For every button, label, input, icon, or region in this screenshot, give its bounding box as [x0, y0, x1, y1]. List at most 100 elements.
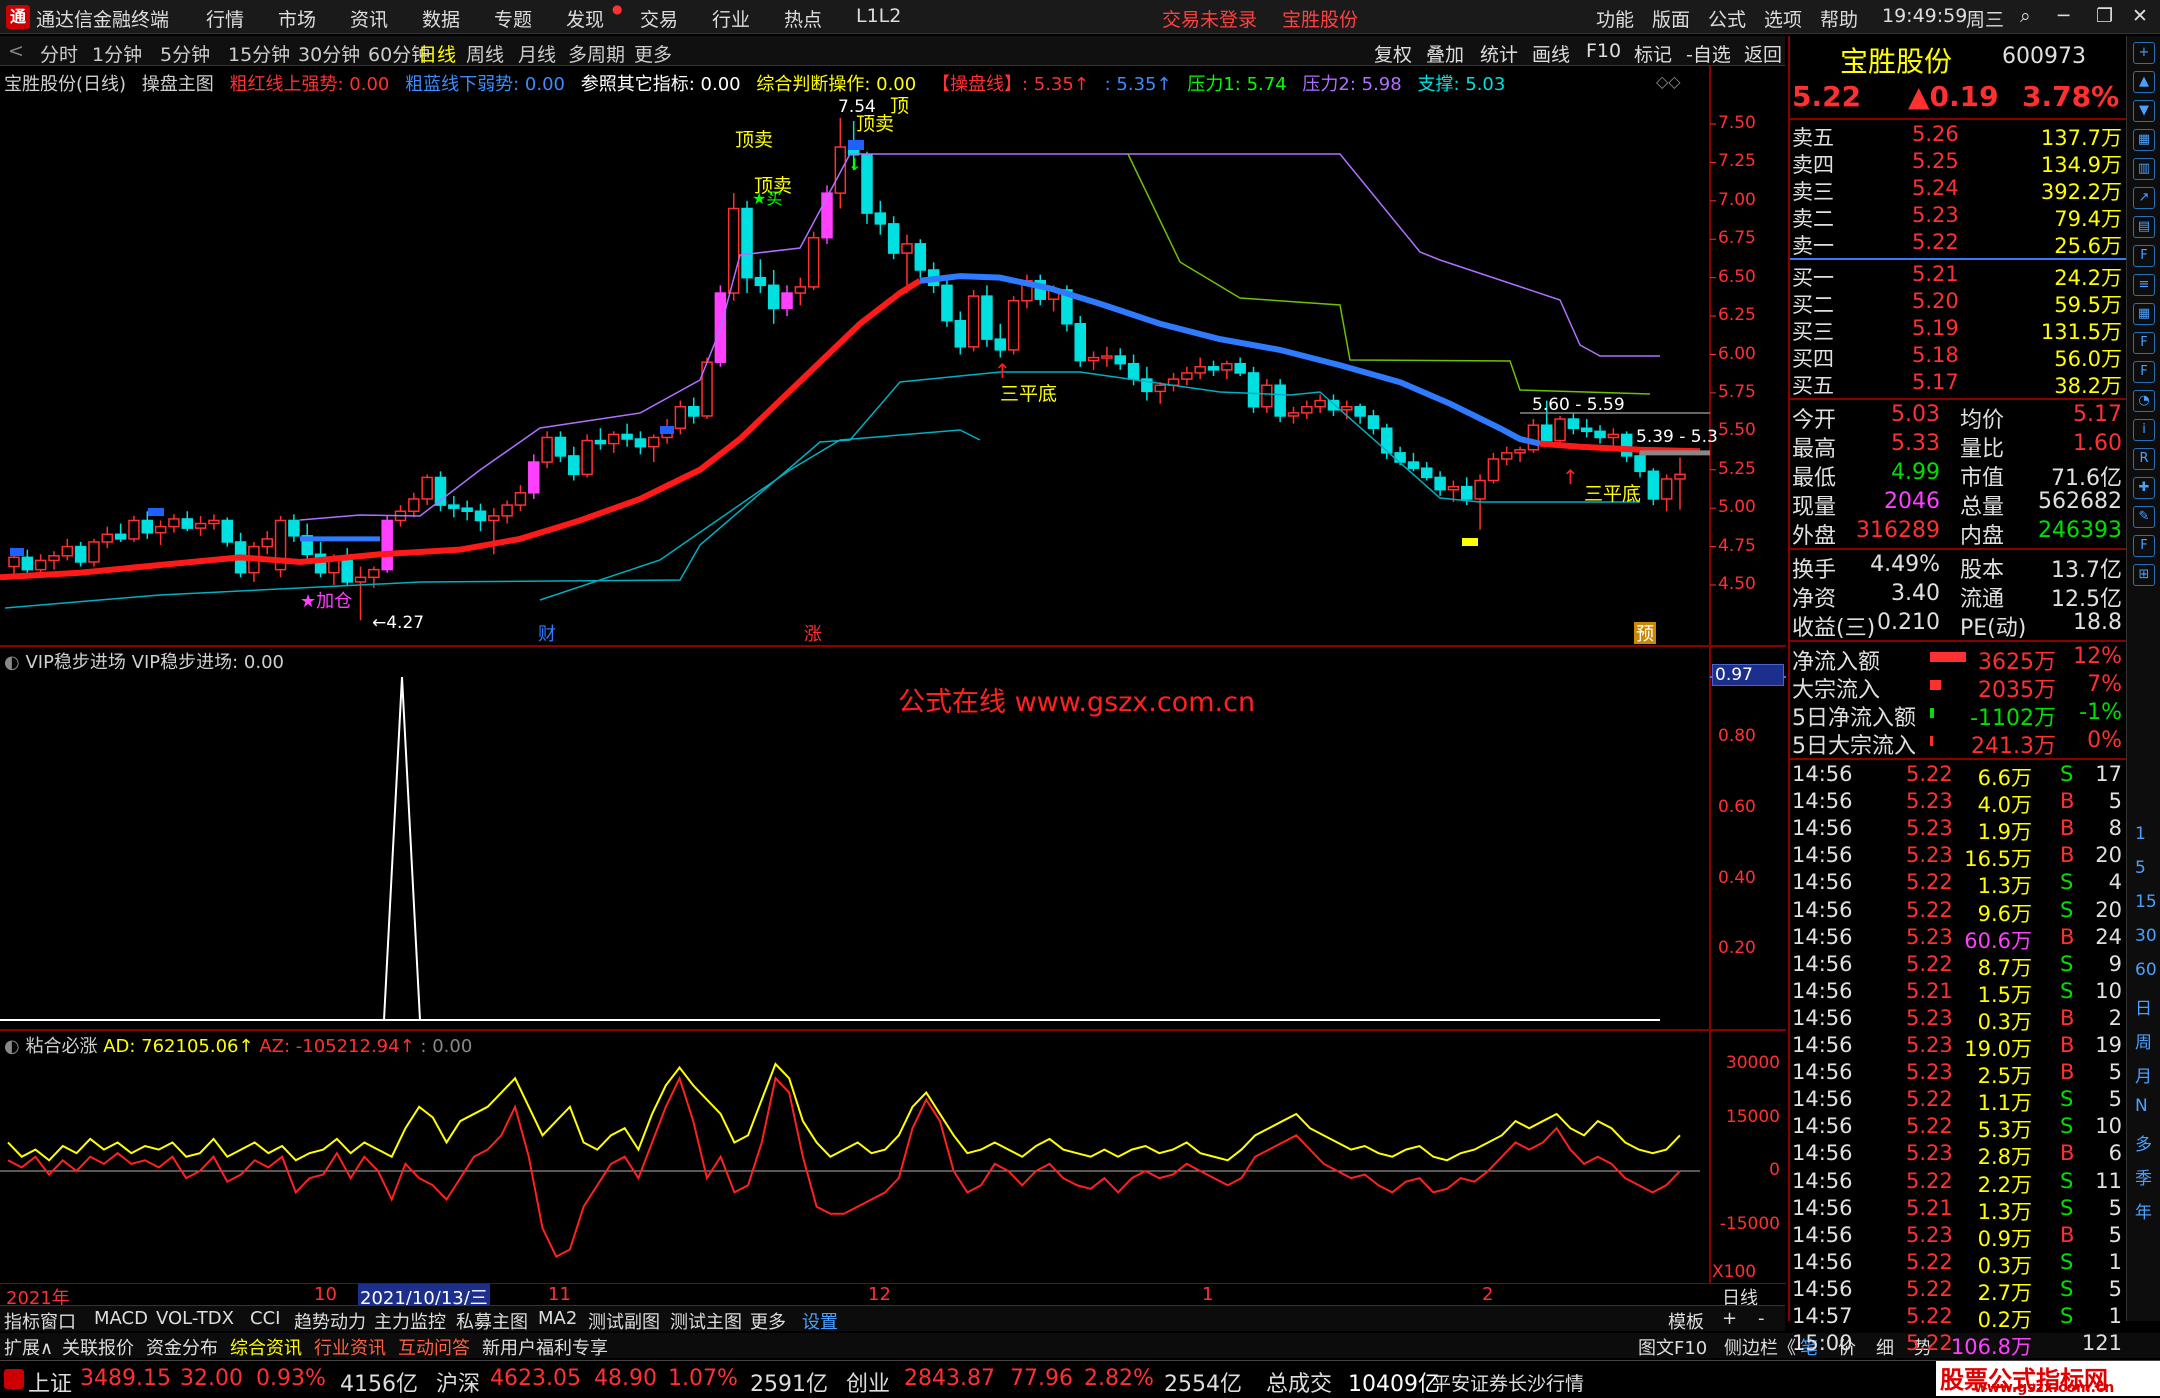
- period-30min[interactable]: 30分钟: [298, 40, 360, 67]
- menu-shuju[interactable]: 数据: [422, 5, 460, 32]
- flow-row[interactable]: 5日大宗流入 241.3万 0%: [1790, 728, 2126, 759]
- ask-row-3[interactable]: 卖三 5.24 392.2万: [1790, 176, 2126, 204]
- collapse-icon[interactable]: <: [8, 40, 24, 62]
- menu-zhuanti[interactable]: 专题: [494, 5, 532, 32]
- add-panel-button[interactable]: +: [1722, 1308, 1737, 1329]
- extension-tab[interactable]: 新用户福利专享: [482, 1334, 608, 1360]
- tool-fanhui[interactable]: 返回: [1744, 40, 1782, 67]
- indicator-tab[interactable]: 主力监控: [374, 1308, 446, 1334]
- ask-row-1[interactable]: 卖一 5.22 25.6万: [1790, 230, 2126, 258]
- event-marker[interactable]: 预: [1636, 624, 1654, 645]
- pie-icon[interactable]: ◔: [2133, 390, 2155, 412]
- menu-xuanxiang[interactable]: 选项: [1764, 5, 1802, 32]
- bid-row-5[interactable]: 买五 5.17 38.2万: [1790, 370, 2126, 398]
- period-day[interactable]: 日线: [418, 40, 456, 67]
- period-more[interactable]: 更多: [634, 40, 672, 67]
- f10-icon[interactable]: F: [2133, 332, 2155, 354]
- ask-row-4[interactable]: 卖四 5.25 134.9万: [1790, 149, 2126, 177]
- pen-icon[interactable]: ✎: [2133, 506, 2155, 528]
- menu-gongshi[interactable]: 公式: [1708, 5, 1746, 32]
- period-1min[interactable]: 1分钟: [92, 40, 142, 67]
- sidebar-toggle[interactable]: 侧边栏《: [1724, 1334, 1796, 1360]
- nh-title[interactable]: 粘合必涨: [25, 1036, 97, 1057]
- menu-redian[interactable]: 热点: [784, 5, 822, 32]
- indicator-tab[interactable]: 指标: [4, 1308, 40, 1334]
- chart-icon[interactable]: ▦: [2133, 129, 2155, 151]
- plus-icon[interactable]: +: [2133, 42, 2155, 64]
- bid-row-4[interactable]: 买四 5.18 56.0万: [1790, 343, 2126, 371]
- tool-fuquan[interactable]: 复权: [1374, 40, 1412, 67]
- period-shortcut[interactable]: 30: [2135, 926, 2157, 946]
- indicator-tab[interactable]: MA2: [538, 1308, 577, 1329]
- tool-f10[interactable]: F10: [1586, 40, 1621, 62]
- indicator-tab[interactable]: 设置: [802, 1308, 838, 1334]
- tool-huaxian[interactable]: 画线: [1532, 40, 1570, 67]
- period-shortcut[interactable]: 年: [2135, 1198, 2152, 1223]
- trend-icon[interactable]: ↗: [2133, 187, 2155, 209]
- event-marker[interactable]: 涨: [804, 624, 822, 645]
- dropdown-icon[interactable]: ◐: [4, 652, 20, 673]
- period-multi[interactable]: 多周期: [568, 40, 625, 67]
- indicator-tab[interactable]: CCI: [250, 1308, 280, 1329]
- menu-zixun[interactable]: 资讯: [350, 5, 388, 32]
- period-15min[interactable]: 15分钟: [228, 40, 290, 67]
- fs2-icon[interactable]: F: [2133, 535, 2155, 557]
- period-shortcut[interactable]: 季: [2135, 1164, 2152, 1189]
- tool-tongji[interactable]: 统计: [1480, 40, 1518, 67]
- sh-label[interactable]: 上证: [28, 1366, 72, 1398]
- f10-icon[interactable]: F: [2133, 245, 2155, 267]
- ask-row-5[interactable]: 卖五 5.26 137.7万: [1790, 122, 2126, 150]
- menu-l1l2[interactable]: L1L2: [856, 5, 901, 27]
- list-icon[interactable]: ≡: [2133, 274, 2155, 296]
- menu-bangzhu[interactable]: 帮助: [1820, 5, 1858, 32]
- indicator-tab[interactable]: 更多: [750, 1308, 786, 1334]
- period-shortcut[interactable]: N: [2135, 1096, 2148, 1116]
- extension-tab[interactable]: 资金分布: [146, 1334, 218, 1360]
- indicator-tab[interactable]: 测试副图: [588, 1308, 660, 1334]
- down-icon[interactable]: ▼: [2133, 100, 2155, 122]
- f10-text-tab[interactable]: 图文F10: [1638, 1334, 1707, 1360]
- indicator-tab[interactable]: VOL-TDX: [156, 1308, 234, 1329]
- restore-icon[interactable]: ❐: [2096, 5, 2113, 27]
- extension-tab[interactable]: 扩展∧: [4, 1334, 53, 1360]
- minimize-icon[interactable]: ─: [2058, 5, 2069, 27]
- menu-faxian[interactable]: 发现: [566, 5, 604, 32]
- news-icon[interactable]: ▤: [2133, 216, 2155, 238]
- flow-row[interactable]: 大宗流入 2035万 7%: [1790, 672, 2126, 703]
- extension-tab[interactable]: 行业资讯: [314, 1334, 386, 1360]
- menu-hangye[interactable]: 行业: [712, 5, 750, 32]
- indicator-tab[interactable]: 私募主图: [456, 1308, 528, 1334]
- period-month[interactable]: 月线: [518, 40, 556, 67]
- menu-gongneng[interactable]: 功能: [1596, 5, 1634, 32]
- period-shortcut[interactable]: 多: [2135, 1130, 2152, 1155]
- info-icon[interactable]: i: [2133, 419, 2155, 441]
- flow-row[interactable]: 5日净流入额 -1102万 -1%: [1790, 700, 2126, 731]
- trade-status[interactable]: 交易未登录: [1162, 5, 1257, 32]
- chart-area[interactable]: 顶卖顶卖顶卖7.54 顶三平底三平底5.60 - 5.595.39 - 5.3←4…: [0, 66, 1788, 1306]
- menu-hangqing[interactable]: 行情: [206, 5, 244, 32]
- period-shortcut[interactable]: 15: [2135, 892, 2157, 912]
- tool-zixuan[interactable]: -自选: [1686, 40, 1731, 67]
- bid-row-1[interactable]: 买一 5.21 24.2万: [1790, 262, 2126, 290]
- cross-icon[interactable]: ✚: [2133, 477, 2155, 499]
- period-week[interactable]: 周线: [466, 40, 504, 67]
- menu-shichang[interactable]: 市场: [278, 5, 316, 32]
- bid-row-2[interactable]: 买二 5.20 59.5万: [1790, 289, 2126, 317]
- template-button[interactable]: 模板: [1668, 1308, 1704, 1334]
- period-shortcut[interactable]: 月: [2135, 1062, 2152, 1087]
- period-shortcut[interactable]: 日: [2135, 994, 2152, 1019]
- menu-banmian[interactable]: 版面: [1652, 5, 1690, 32]
- indicator-tab[interactable]: 趋势动力: [294, 1308, 366, 1334]
- period-shortcut[interactable]: 周: [2135, 1028, 2152, 1053]
- fs-icon[interactable]: F: [2133, 361, 2155, 383]
- grid-icon[interactable]: ▦: [2133, 303, 2155, 325]
- rsi-icon[interactable]: R: [2133, 448, 2155, 470]
- period-shortcut[interactable]: 5: [2135, 858, 2146, 878]
- menu-jiaoyi[interactable]: 交易: [640, 5, 678, 32]
- indicator-tab[interactable]: 测试主图: [670, 1308, 742, 1334]
- tool-biaoji[interactable]: 标记: [1634, 40, 1672, 67]
- tool-diejia[interactable]: 叠加: [1426, 40, 1464, 67]
- period-fenshi[interactable]: 分时: [40, 40, 78, 67]
- indicator-tab[interactable]: MACD: [94, 1308, 148, 1329]
- sz-label[interactable]: 沪深: [436, 1366, 480, 1398]
